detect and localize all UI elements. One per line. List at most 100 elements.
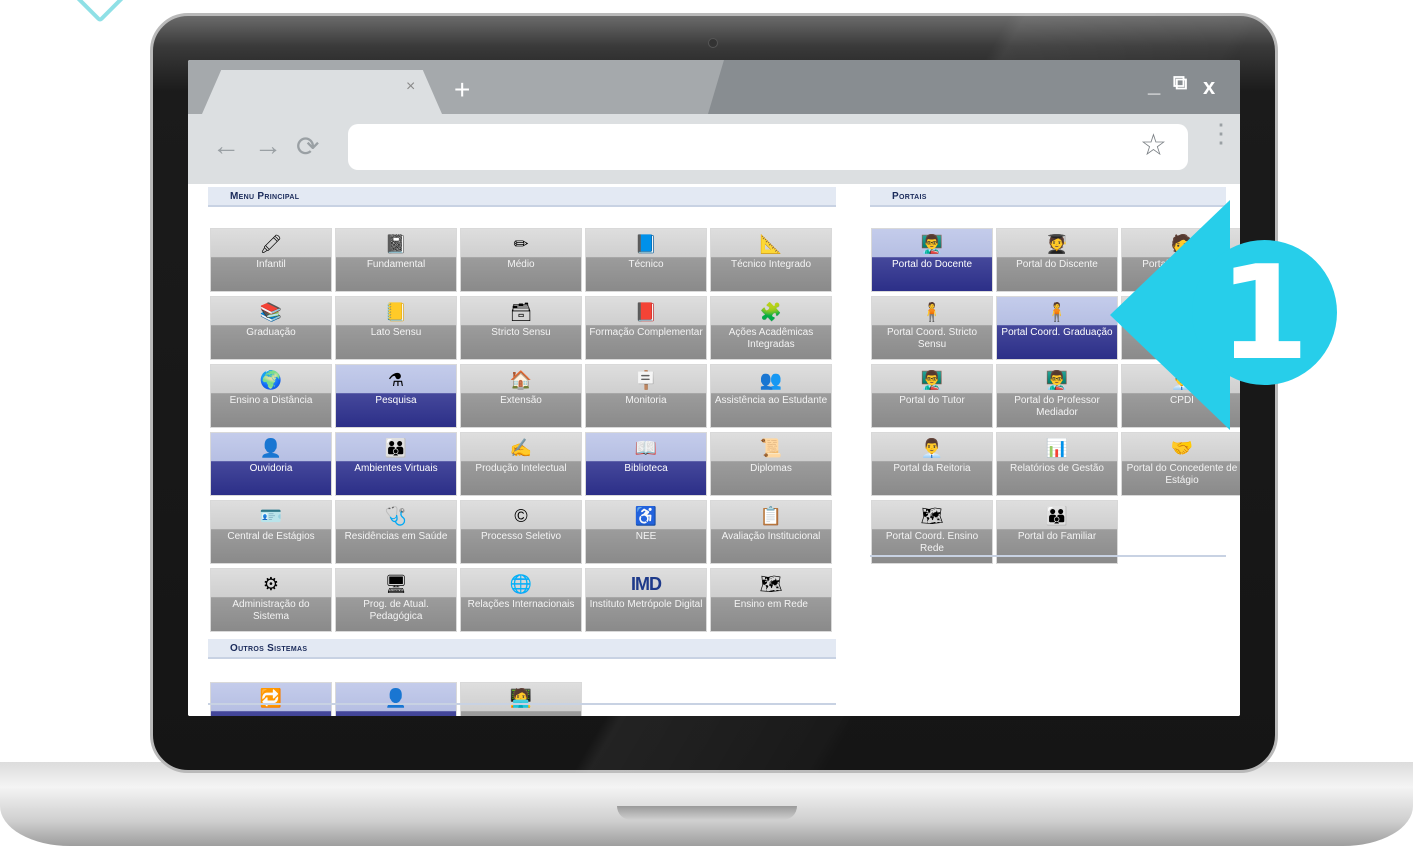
tile-label: Portal do Docente — [891, 259, 973, 270]
portal-tile-portal-coord-stricto-sensu[interactable]: 🧍 Portal Coord. Stricto Sensu — [871, 296, 993, 360]
tile-label: Stricto Sensu — [491, 327, 551, 338]
menu-tile-infantil[interactable]: 🖍 Infantil — [210, 228, 332, 292]
portal-do-concedente-de-estagio-icon: 🤝 — [1170, 438, 1194, 458]
tile-label: Ensino a Distância — [229, 395, 313, 406]
tile-label: Portal do Discente — [1016, 259, 1098, 270]
menu-tile-tecnico-integrado[interactable]: 📐 Técnico Integrado — [710, 228, 832, 292]
portal-tile-portal-coord-graduacao[interactable]: 🧍 Portal Coord. Graduação — [996, 296, 1118, 360]
tile-label: Portal Coord. Stricto Sensu — [886, 327, 978, 350]
tile-label: Portal Coord. Graduação — [1001, 327, 1113, 338]
portal-tile-portal-do-concedente-de-estagio[interactable]: 🤝 Portal do Concedente de Estágio — [1121, 432, 1240, 496]
callout-number: 1 — [1218, 237, 1310, 389]
menu-tile-ensino-a-distancia[interactable]: 🌍 Ensino a Distância — [210, 364, 332, 428]
portais-header: Portais — [870, 187, 1226, 207]
menu-tile-fundamental[interactable]: 📓 Fundamental — [335, 228, 457, 292]
stage: × + _ ⧉ x ← → ⟳ ☆ ⋮ Menu Principal 🖍 Infa… — [0, 0, 1413, 846]
menu-tile-nee[interactable]: ♿ NEE — [585, 500, 707, 564]
assistencia-ao-estudante-icon: 👥 — [759, 370, 783, 390]
menu-tile-acoes-academicas-integradas[interactable]: 🧩 Ações Acadêmicas Integradas — [710, 296, 832, 360]
reload-icon[interactable]: ⟳ — [296, 130, 319, 163]
restore-icon[interactable]: ⧉ — [1173, 72, 1187, 95]
portal-tile-portal-do-discente[interactable]: 🧑‍🎓 Portal do Discente — [996, 228, 1118, 292]
corner-decoration — [68, 0, 132, 24]
menu-tile-producao-intelectual[interactable]: ✍ Produção Intelectual — [460, 432, 582, 496]
menu-tile-residencias-em-saude[interactable]: 🩺 Residências em Saúde — [335, 500, 457, 564]
menu-tile-diplomas[interactable]: 📜 Diplomas — [710, 432, 832, 496]
tile-label: Administração do Sistema — [232, 599, 310, 622]
fundamental-icon: 📓 — [384, 234, 408, 254]
infantil-icon: 🖍 — [259, 234, 283, 254]
menu-tile-processo-seletivo[interactable]: © Processo Seletivo — [460, 500, 582, 564]
prog-de-atual-pedagogica-icon: 🖥 — [384, 574, 408, 594]
tile-label: Relatórios de Gestão — [1010, 463, 1104, 474]
tile-label: Residências em Saúde — [344, 531, 448, 542]
new-tab-button[interactable]: + — [454, 74, 470, 106]
portal-tile-relatorios-de-gestao[interactable]: 📊 Relatórios de Gestão — [996, 432, 1118, 496]
laptop-notch — [617, 806, 797, 820]
portal-tile-portal-do-docente[interactable]: 👨‍🏫 Portal do Docente — [871, 228, 993, 292]
close-tab-icon[interactable]: × — [406, 78, 415, 96]
menu-tile-central-de-estagios[interactable]: 🪪 Central de Estágios — [210, 500, 332, 564]
tile-label: Ambientes Virtuais — [354, 463, 438, 474]
menu-principal-header: Menu Principal — [208, 187, 836, 207]
portal-tile-portal-do-professor-mediador[interactable]: 👨‍🏫 Portal do Professor Mediador — [996, 364, 1118, 428]
menu-tile-lato-sensu[interactable]: 📒 Lato Sensu — [335, 296, 457, 360]
tile-label: Fundamental — [366, 259, 426, 270]
portal-do-professor-mediador-icon: 👨‍🏫 — [1045, 370, 1069, 390]
menu-tile-formacao-complementar[interactable]: 📕 Formação Complementar — [585, 296, 707, 360]
menu-tile-ouvidoria[interactable]: 👤 Ouvidoria — [210, 432, 332, 496]
menu-tile-instituto-metropole-digital[interactable]: IMD Instituto Metrópole Digital — [585, 568, 707, 632]
graduacao-icon: 📚 — [259, 302, 283, 322]
outros-tile-2[interactable]: 👤 — [335, 682, 457, 716]
menu-tile-administracao-do-sistema[interactable]: ⚙ Administração do Sistema — [210, 568, 332, 632]
menu-tile-ambientes-virtuais[interactable]: 👪 Ambientes Virtuais — [335, 432, 457, 496]
forward-arrow-icon[interactable]: → — [254, 130, 282, 162]
outros-tile-3[interactable]: 🧑‍💻 — [460, 682, 582, 716]
tile-label: Monitoria — [625, 395, 667, 406]
back-arrow-icon[interactable]: ← — [212, 130, 240, 162]
outros-sistemas-header: Outros Sistemas — [208, 639, 836, 659]
menu-tile-graduacao[interactable]: 📚 Graduação — [210, 296, 332, 360]
tile-label: Portal da Reitoria — [893, 463, 971, 474]
menu-tile-monitoria[interactable]: 🪧 Monitoria — [585, 364, 707, 428]
outros-1-icon: 🔁 — [259, 688, 283, 708]
menu-tile-prog-de-atual-pedagogica[interactable]: 🖥 Prog. de Atual. Pedagógica — [335, 568, 457, 632]
acoes-academicas-integradas-icon: 🧩 — [759, 302, 783, 322]
ouvidoria-icon: 👤 — [259, 438, 283, 458]
menu-tile-stricto-sensu[interactable]: 🗃 Stricto Sensu — [460, 296, 582, 360]
tile-label: Extensão — [500, 395, 542, 406]
tile-label: Diplomas — [750, 463, 792, 474]
menu-tile-pesquisa[interactable]: ⚗ Pesquisa — [335, 364, 457, 428]
tecnico-icon: 📘 — [634, 234, 658, 254]
tile-label: Portal do Concedente de Estágio — [1126, 463, 1238, 486]
portal-coord-stricto-sensu-icon: 🧍 — [920, 302, 944, 322]
tile-label: Portal do Professor Mediador — [1014, 395, 1100, 418]
menu-tile-tecnico[interactable]: 📘 Técnico — [585, 228, 707, 292]
menu-tile-avaliacao-institucional[interactable]: 📋 Avaliação Institucional — [710, 500, 832, 564]
window-close-icon[interactable]: x — [1203, 74, 1215, 100]
menu-tile-medio[interactable]: ✏ Médio — [460, 228, 582, 292]
menu-tile-relacoes-internacionais[interactable]: 🌐 Relações Internacionais — [460, 568, 582, 632]
browser-menu-icon[interactable]: ⋮ — [1208, 120, 1234, 146]
outros-tile-1[interactable]: 🔁 — [210, 682, 332, 716]
stricto-sensu-icon: 🗃 — [509, 302, 533, 322]
menu-tile-assistencia-ao-estudante[interactable]: 👥 Assistência ao Estudante — [710, 364, 832, 428]
tile-label: Instituto Metrópole Digital — [589, 599, 703, 610]
extensao-icon: 🏠 — [509, 370, 533, 390]
menu-tile-ensino-em-rede[interactable]: 🗺 Ensino em Rede — [710, 568, 832, 632]
producao-intelectual-icon: ✍ — [509, 438, 533, 458]
portal-tile-portal-da-reitoria[interactable]: 👨‍💼 Portal da Reitoria — [871, 432, 993, 496]
outros-3-icon: 🧑‍💻 — [509, 688, 533, 708]
central-de-estagios-icon: 🪪 — [259, 506, 283, 526]
portal-tile-portal-do-tutor[interactable]: 👨‍🏫 Portal do Tutor — [871, 364, 993, 428]
menu-tile-biblioteca[interactable]: 📖 Biblioteca — [585, 432, 707, 496]
outros-divider — [208, 703, 836, 705]
minimize-icon[interactable]: _ — [1148, 72, 1160, 98]
bookmark-star-icon[interactable]: ☆ — [1140, 128, 1167, 163]
page-content: Menu Principal 🖍 Infantil 📓 Fundamental ✏ Méd… — [188, 184, 1240, 716]
menu-tile-extensao[interactable]: 🏠 Extensão — [460, 364, 582, 428]
tile-label: Processo Seletivo — [480, 531, 562, 542]
url-input[interactable] — [348, 124, 1188, 170]
browser-window: × + _ ⧉ x ← → ⟳ ☆ ⋮ Menu Principal 🖍 Infa… — [188, 60, 1240, 716]
tile-label: Graduação — [246, 327, 296, 338]
